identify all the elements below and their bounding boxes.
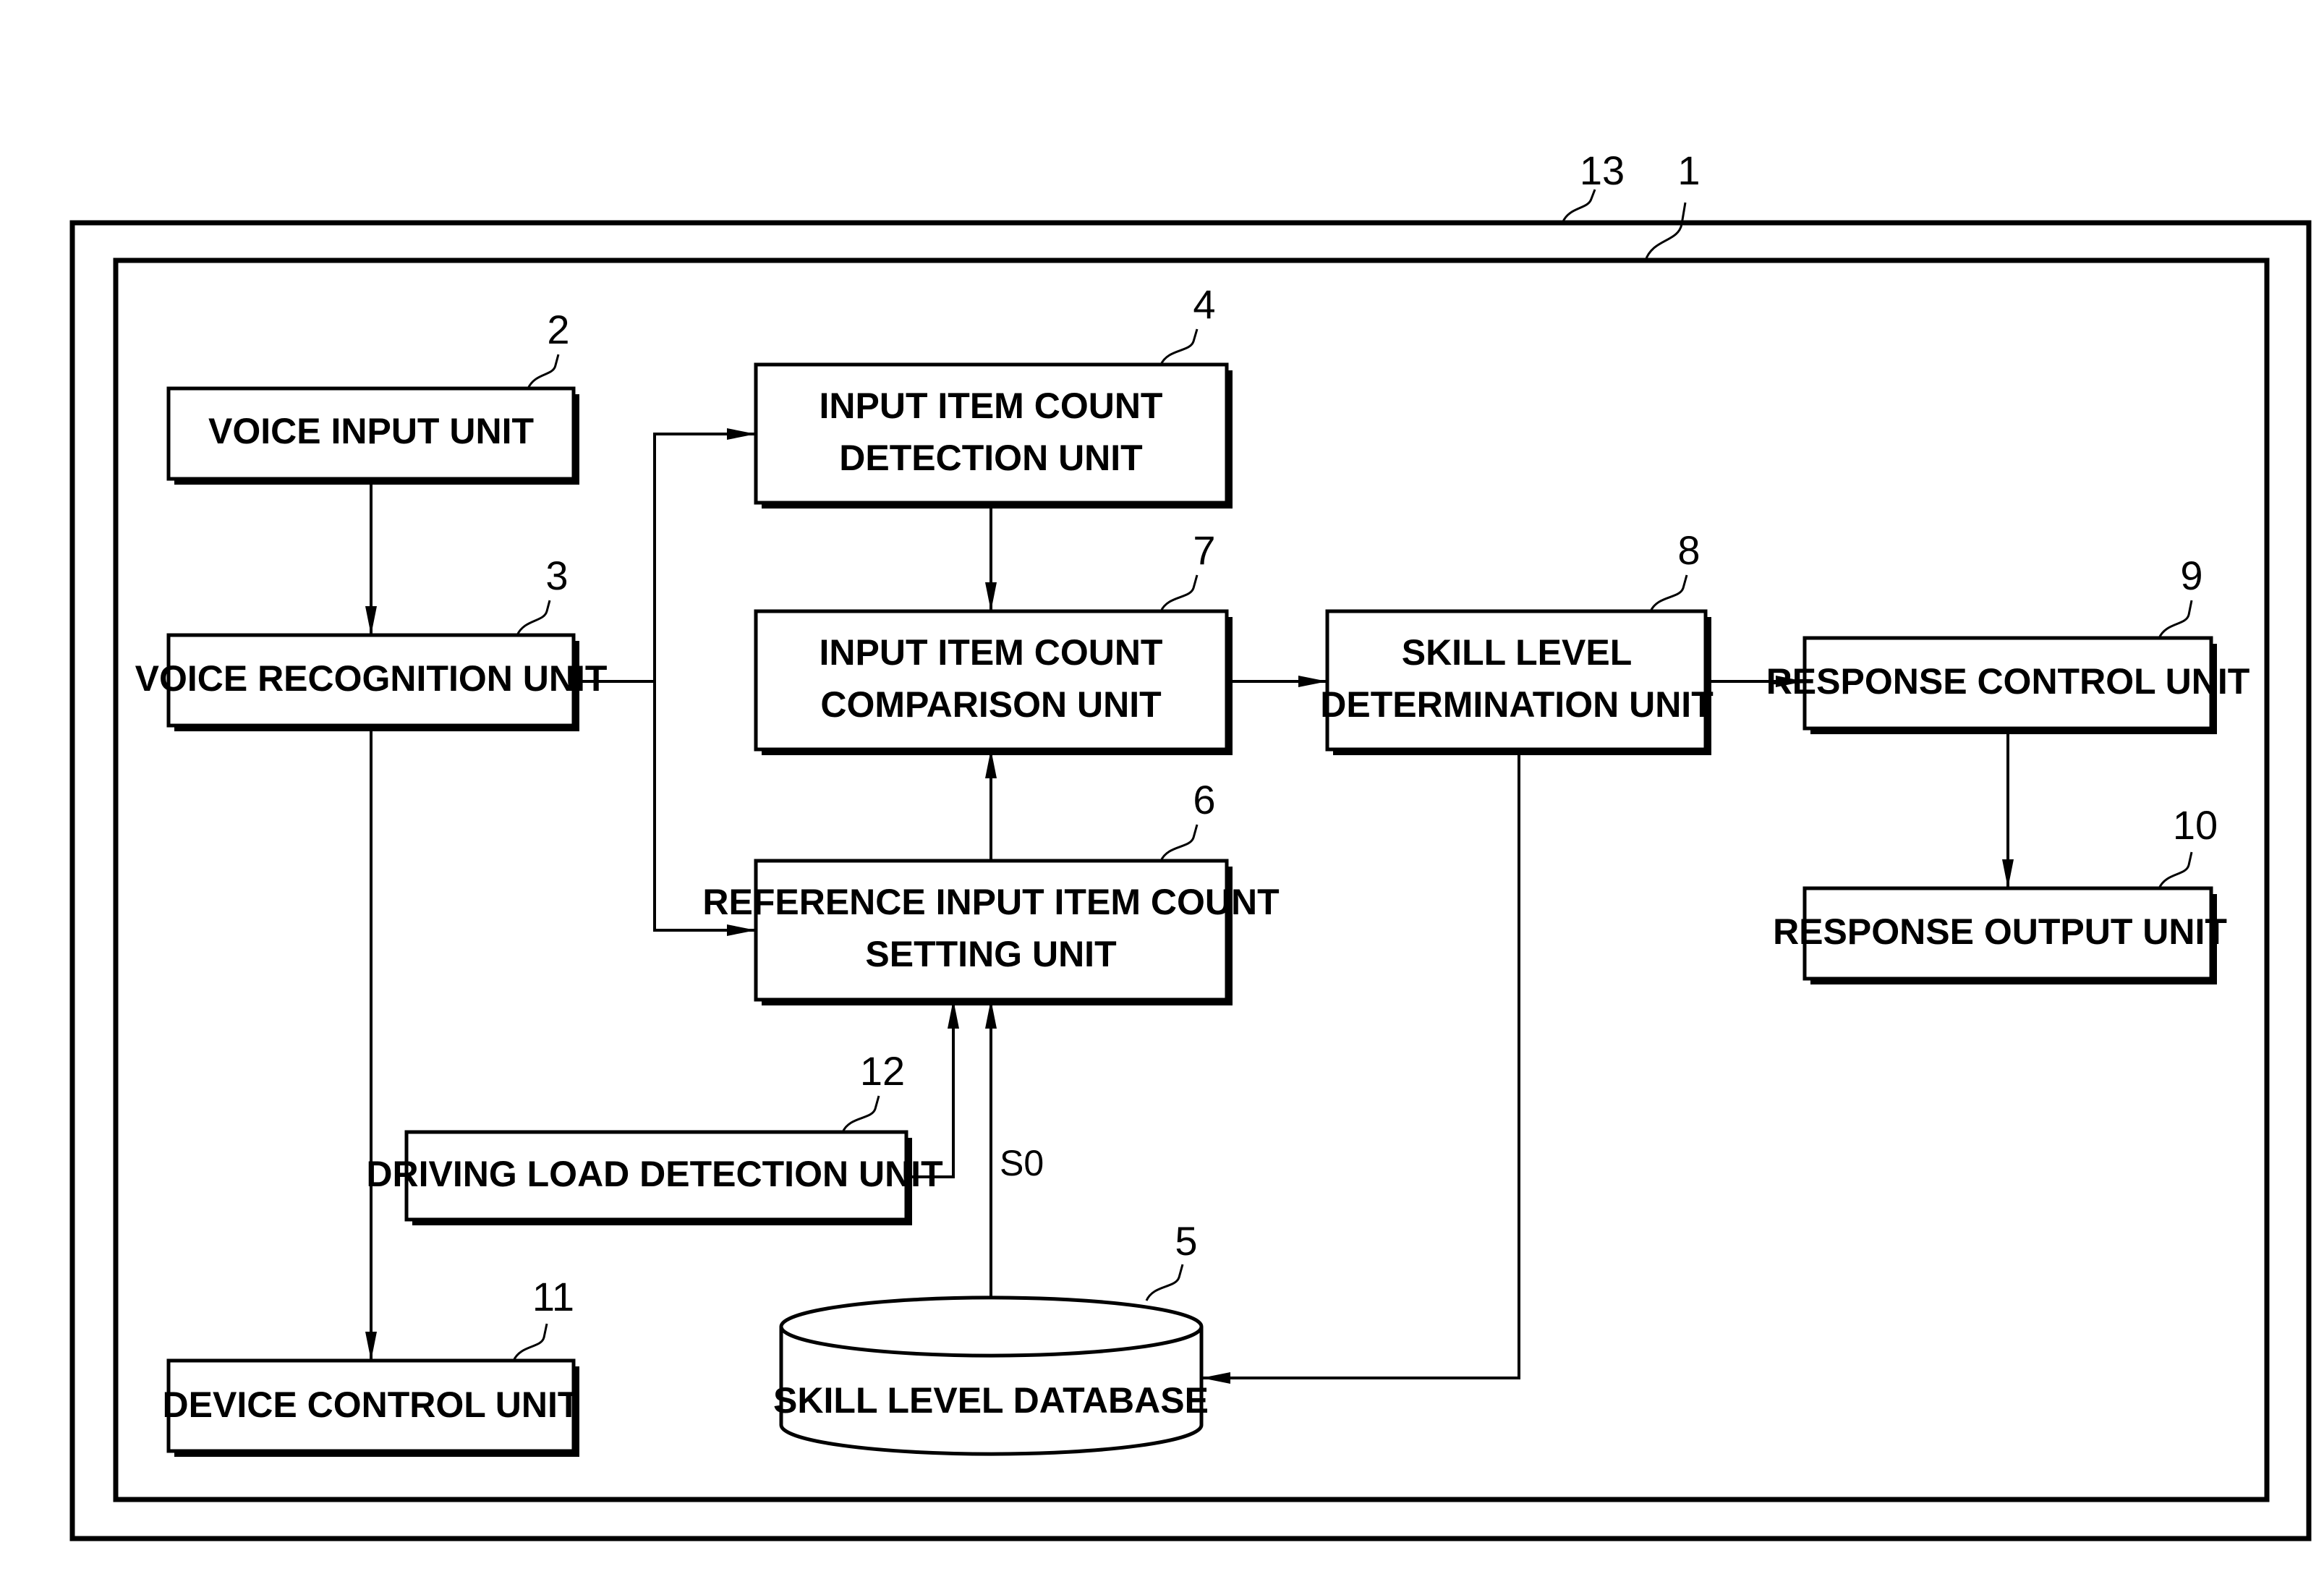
block-label-line-1: INPUT ITEM COUNT xyxy=(820,632,1163,673)
database-cylinder-icon xyxy=(779,1296,1204,1456)
ref-number-8: 8 xyxy=(1677,527,1700,573)
block-label-line-2: DETERMINATION UNIT xyxy=(1320,684,1713,725)
block-label: DEVICE CONTROL UNIT xyxy=(163,1384,580,1425)
block-skill-level-determination-unit: SKILL LEVEL DETERMINATION UNIT 8 xyxy=(1320,527,1714,755)
ref-number-1: 1 xyxy=(1677,148,1700,193)
ref-number-10: 10 xyxy=(2173,802,2218,848)
conn-8-to-5 xyxy=(1201,749,1520,1384)
block-label: DRIVING LOAD DETECTION UNIT xyxy=(366,1154,942,1194)
block-label-line-1: INPUT ITEM COUNT xyxy=(820,386,1163,426)
ref-number-5: 5 xyxy=(1175,1218,1197,1264)
conn-12-to-6 xyxy=(906,1000,959,1178)
signal-label-s0: S0 xyxy=(1000,1143,1044,1183)
leader-7 xyxy=(1159,574,1199,612)
leader-13 xyxy=(1561,189,1596,224)
block-label-line-1: REFERENCE INPUT ITEM COUNT xyxy=(702,882,1279,922)
ref-number-12: 12 xyxy=(860,1048,905,1094)
ref-number-2: 2 xyxy=(547,307,569,352)
ref-number-7: 7 xyxy=(1193,527,1215,573)
block-label: VOICE RECOGNITION UNIT xyxy=(135,658,608,699)
block-label-line-2: DETECTION UNIT xyxy=(839,438,1142,478)
ref-number-3: 3 xyxy=(545,553,568,598)
block-response-output-unit: RESPONSE OUTPUT UNIT 10 xyxy=(1773,802,2227,984)
leader-2 xyxy=(527,354,560,389)
block-label: RESPONSE CONTROL UNIT xyxy=(1766,661,2250,702)
block-label-line-2: COMPARISON UNIT xyxy=(820,684,1161,725)
ref-number-4: 4 xyxy=(1193,281,1215,327)
block-label: SKILL LEVEL DATABASE xyxy=(773,1380,1209,1421)
leader-4 xyxy=(1159,328,1199,365)
ref-number-6: 6 xyxy=(1193,777,1215,822)
leader-8 xyxy=(1649,574,1688,612)
ref-number-13: 13 xyxy=(1580,148,1625,193)
leader-10 xyxy=(2158,851,2193,889)
block-label: VOICE INPUT UNIT xyxy=(208,411,534,451)
block-label: RESPONSE OUTPUT UNIT xyxy=(1773,911,2227,952)
leader-6 xyxy=(1159,824,1199,862)
leader-9 xyxy=(2158,600,2193,639)
leader-3 xyxy=(516,600,551,636)
leader-1 xyxy=(1644,202,1687,261)
leader-11 xyxy=(512,1323,548,1361)
block-label-line-1: SKILL LEVEL xyxy=(1402,632,1633,673)
block-response-control-unit: RESPONSE CONTROL UNIT 9 xyxy=(1766,553,2250,734)
block-input-item-count-detection-unit: INPUT ITEM COUNT DETECTION UNIT 4 xyxy=(754,281,1233,509)
conn-3-to-4 xyxy=(653,428,756,930)
leader-5 xyxy=(1145,1264,1184,1301)
ref-number-9: 9 xyxy=(2180,553,2202,598)
leader-12 xyxy=(841,1095,880,1133)
block-voice-input-unit: VOICE INPUT UNIT 2 xyxy=(166,307,579,485)
block-label-line-2: SETTING UNIT xyxy=(865,934,1116,974)
block-driving-load-detection-unit: DRIVING LOAD DETECTION UNIT 12 xyxy=(366,1048,943,1225)
block-diagram: 13 1 S0 VOICE INPUT UNIT 2 VOICE RECOGNI… xyxy=(69,148,2312,1541)
ref-number-11: 11 xyxy=(532,1274,574,1319)
block-input-item-count-comparison-unit: INPUT ITEM COUNT COMPARISON UNIT 7 xyxy=(754,527,1233,755)
